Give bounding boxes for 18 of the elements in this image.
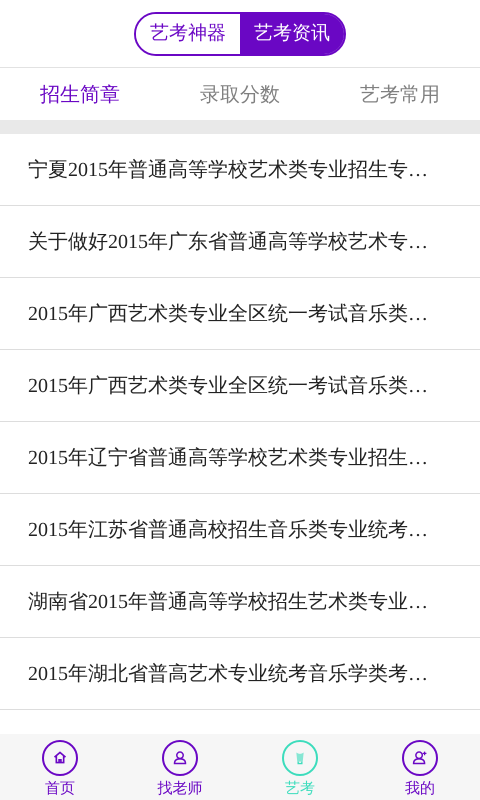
article-item[interactable]: 关于做好2015年广东省普通高等学校艺术专… [0, 206, 480, 278]
nav-item[interactable]: 找老师 [120, 734, 240, 800]
category-tab[interactable]: 录取分数 [200, 79, 280, 109]
teacher-icon [162, 740, 198, 776]
article-item[interactable]: 宁夏2015年普通高等学校艺术类专业招生专… [0, 134, 480, 206]
profile-icon [402, 740, 438, 776]
segment-tab[interactable]: 艺考资讯 [240, 14, 344, 54]
article-item[interactable]: 2015年辽宁省普通高等学校艺术类专业招生… [0, 422, 480, 494]
nav-item[interactable]: 首页 [0, 734, 120, 800]
nav-item[interactable]: 我的 [360, 734, 480, 800]
category-tab[interactable]: 招生简章 [40, 79, 120, 109]
home-icon [42, 740, 78, 776]
article-item[interactable]: 2015年广西艺术类专业全区统一考试音乐类… [0, 278, 480, 350]
article-item[interactable]: 2015年广西艺术类专业全区统一考试音乐类… [0, 350, 480, 422]
article-item[interactable]: 湖南省2015年普通高等学校招生艺术类专业… [0, 566, 480, 638]
article-item[interactable]: 2015年江苏省普通高校招生音乐类专业统考… [0, 494, 480, 566]
article-item[interactable]: 2015年湖北省普高艺术专业统考音乐学类考… [0, 638, 480, 710]
category-tab[interactable]: 艺考常用 [360, 79, 440, 109]
